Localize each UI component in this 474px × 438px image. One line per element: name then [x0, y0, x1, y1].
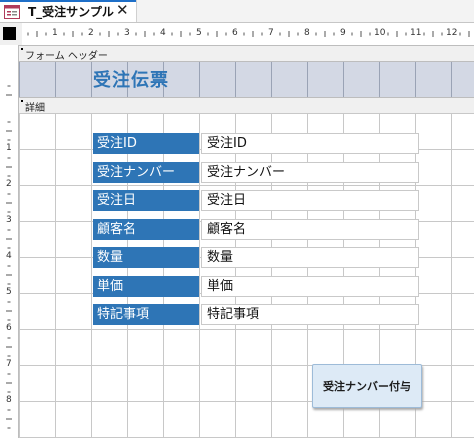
- textbox-order-number[interactable]: 受注ナンバー: [201, 162, 419, 183]
- detail-label: 詳細: [25, 103, 45, 114]
- textbox-order-id[interactable]: 受注ID: [201, 133, 419, 154]
- ruler-label: 11: [410, 28, 422, 38]
- label-order-number[interactable]: 受注ナンバー: [93, 162, 199, 183]
- ruler-label: 3: [124, 28, 130, 38]
- textbox-quantity[interactable]: 数量: [201, 247, 419, 268]
- label-customer-name[interactable]: 顧客名: [93, 219, 199, 240]
- textbox-unit-price[interactable]: 単価: [201, 276, 419, 297]
- horizontal-ruler: 1 2 3 4 5 6 7 8 9 10 11 12: [22, 23, 474, 46]
- ruler-label: 9: [340, 28, 346, 38]
- ruler-label: 8: [304, 28, 310, 38]
- textbox-customer-name[interactable]: 顧客名: [201, 219, 419, 240]
- form-selector[interactable]: [0, 23, 22, 45]
- document-tab-bar: T_受注サンプル ✕: [0, 0, 474, 23]
- tab-title: T_受注サンプル: [28, 5, 114, 19]
- ruler-label: 10: [374, 28, 386, 38]
- ruler-label: 1: [52, 28, 58, 38]
- form-selector-box[interactable]: [3, 27, 16, 40]
- section-marker: [21, 100, 23, 102]
- ruler-label: 2: [88, 28, 94, 38]
- document-tab[interactable]: T_受注サンプル ✕: [0, 0, 137, 22]
- label-quantity[interactable]: 数量: [93, 247, 199, 268]
- form-header-section-bar[interactable]: フォーム ヘッダー: [19, 45, 474, 62]
- textbox-remarks[interactable]: 特記事項: [201, 304, 419, 325]
- ruler-label: 5: [6, 287, 12, 297]
- label-unit-price[interactable]: 単価: [93, 276, 199, 297]
- textbox-order-date[interactable]: 受注日: [201, 190, 419, 211]
- ruler-label: 8: [6, 395, 12, 405]
- form-icon: [4, 4, 20, 19]
- ruler-label: 3: [6, 215, 12, 225]
- section-marker: [21, 48, 23, 50]
- close-icon[interactable]: ✕: [116, 1, 129, 19]
- ruler-label: 6: [6, 323, 12, 333]
- ruler-label: 7: [6, 359, 12, 369]
- form-header-area[interactable]: [19, 62, 474, 98]
- label-order-date[interactable]: 受注日: [93, 190, 199, 211]
- ruler-label: 4: [160, 28, 166, 38]
- detail-section-bar[interactable]: 詳細: [19, 97, 474, 114]
- ruler-label: 7: [268, 28, 274, 38]
- ruler-label: 1: [6, 143, 12, 153]
- label-order-id[interactable]: 受注ID: [93, 133, 199, 154]
- ruler-label: 5: [196, 28, 202, 38]
- label-remarks[interactable]: 特記事項: [93, 304, 199, 325]
- ruler-label: 2: [6, 179, 12, 189]
- ruler-label: 6: [232, 28, 238, 38]
- form-title[interactable]: 受注伝票: [93, 66, 169, 92]
- ruler-label: 12: [446, 28, 458, 38]
- form-header-label: フォーム ヘッダー: [25, 51, 108, 62]
- ruler-label: 4: [6, 251, 12, 261]
- vertical-ruler: 1 2 3 4 5 6 7 8: [0, 45, 19, 438]
- assign-order-number-button[interactable]: 受注ナンバー付与: [312, 364, 422, 408]
